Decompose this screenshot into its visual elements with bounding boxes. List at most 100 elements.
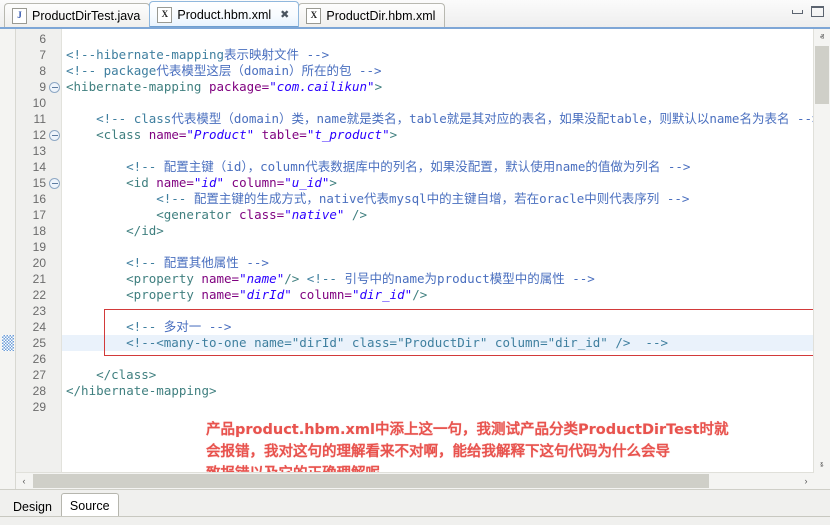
- code-line[interactable]: <hibernate-mapping package="com.cailikun…: [66, 79, 382, 95]
- eclipse-xml-editor-window: J ProductDirTest.java X Product.hbm.xml ✖ X Pr…: [0, 0, 830, 525]
- line-number: 12: [32, 128, 46, 142]
- scroll-left-icon[interactable]: ‹: [16, 473, 32, 489]
- code-line[interactable]: </id>: [126, 223, 164, 239]
- minimize-icon[interactable]: [791, 6, 804, 17]
- code-line[interactable]: <!-- 配置主键的生成方式，native代表mysql中的主键自增，若在ora…: [156, 191, 689, 207]
- scroll-down-icon[interactable]: ⱛ: [814, 457, 830, 473]
- mode-tab-design[interactable]: Design: [4, 495, 61, 517]
- horizontal-scroll-thumb[interactable]: [33, 474, 709, 488]
- mode-tab-source[interactable]: Source: [60, 493, 119, 517]
- editor-tab-productdir-hbm-xml[interactable]: X ProductDir.hbm.xml: [298, 3, 446, 27]
- code-token: </hibernate-mapping>: [66, 383, 217, 398]
- code-token: 代表模型这层（domain）所在的包 -->: [156, 63, 382, 78]
- code-token: name=: [156, 175, 194, 190]
- code-token: <!-- class: [96, 111, 172, 126]
- source-editor: 6 7 8 9 10 11 12 13 14 15 16 17 18 19 20 21 22 23 24 25 26 27…: [0, 27, 830, 489]
- xml-file-icon: X: [157, 6, 173, 23]
- code-line[interactable]: <property name="name"/> <!-- 引号中的name为pr…: [126, 271, 595, 287]
- line-number: 8: [39, 64, 46, 78]
- close-icon[interactable]: ✖: [280, 9, 289, 20]
- code-token: 引号中的name为product模型中的属性 -->: [344, 271, 595, 286]
- annotation-text-line: 会报错，我对这句的理解看来不对啊，能给我解释下这句代码为什么会导: [206, 444, 670, 460]
- editor-tab-product-hbm-xml[interactable]: X Product.hbm.xml ✖: [149, 1, 300, 27]
- code-line[interactable]: <!-- class代表模型（domain）类，name就是类名，table就是…: [96, 111, 814, 127]
- code-token: "id": [193, 175, 225, 190]
- line-number-gutter: 6 7 8 9 10 11 12 13 14 15 16 17 18 19 20 21 22 23 24 25 26 27…: [16, 29, 62, 489]
- line-number: 17: [32, 208, 46, 222]
- editor-mode-tabs: Design Source: [4, 493, 119, 517]
- code-line[interactable]: <!-- 多对一 -->: [126, 319, 231, 335]
- code-line[interactable]: <!-- package代表模型这层（domain）所在的包 -->: [66, 63, 382, 79]
- editor-tab-productdirtest-java[interactable]: J ProductDirTest.java: [4, 3, 151, 27]
- line-number: 21: [32, 272, 46, 286]
- line-number: 14: [32, 160, 46, 174]
- vertical-scrollbar[interactable]: ⱏ ⱛ: [813, 29, 830, 473]
- code-fold-toggle-icon[interactable]: [49, 81, 60, 93]
- code-token: <!--: [126, 159, 164, 174]
- line-number: 15: [32, 176, 46, 190]
- current-line-marker: [2, 335, 14, 351]
- code-token: column=: [224, 175, 285, 190]
- annotation-text-line: 产品product.hbm.xml中添上这一句，我测试产品分类ProductDi…: [206, 422, 729, 438]
- code-token: <!--: [126, 255, 164, 270]
- line-number: 25: [32, 336, 46, 350]
- code-token: >: [389, 127, 398, 142]
- code-token: package=: [209, 79, 270, 94]
- code-line[interactable]: <id name="id" column="u_id">: [126, 175, 337, 191]
- code-token: column=: [291, 287, 352, 302]
- code-line[interactable]: <class name="Product" table="t_product">: [96, 127, 397, 143]
- scroll-right-icon[interactable]: ›: [798, 473, 814, 489]
- code-token: "u_id": [284, 175, 330, 190]
- tab-label: Product.hbm.xml: [177, 7, 272, 22]
- xml-file-icon: X: [306, 7, 322, 24]
- code-line[interactable]: <property name="dirId" column="dir_id"/>: [126, 287, 427, 303]
- line-number: 24: [32, 320, 46, 334]
- line-number: 29: [32, 400, 46, 414]
- code-token: "dirId": [239, 287, 292, 302]
- horizontal-scrollbar[interactable]: ‹ ›: [16, 472, 814, 489]
- code-token: table=: [254, 127, 307, 142]
- code-token: 配置主键的生成方式，native代表mysql中的主键自增，若在oracle中则…: [193, 191, 690, 206]
- code-token: name=: [201, 271, 240, 286]
- vertical-scroll-thumb[interactable]: [815, 46, 829, 104]
- code-line[interactable]: <!-- 配置主键（id），column代表数据库中的列名，如果没配置，默认使用…: [126, 159, 690, 175]
- editor-tab-bar: J ProductDirTest.java X Product.hbm.xml ✖ X Pr…: [0, 0, 830, 27]
- window-controls: [791, 6, 824, 17]
- code-token: >: [374, 79, 383, 94]
- annotation-ruler[interactable]: [0, 29, 16, 489]
- code-line[interactable]: <!--hibernate-mapping表示映射文件 -->: [66, 47, 329, 63]
- code-token: "com.cailikun": [269, 79, 375, 94]
- maximize-icon[interactable]: [811, 6, 824, 17]
- code-token: "t_product": [306, 127, 390, 142]
- editor-mode-bar: Design Source: [0, 489, 830, 525]
- code-token: "native": [284, 207, 345, 222]
- code-fold-toggle-icon[interactable]: [49, 177, 60, 189]
- tab-label: ProductDir.hbm.xml: [326, 8, 436, 23]
- code-line[interactable]: <!--<many-to-one name="dirId" class="Pro…: [126, 335, 668, 351]
- code-token: <!--<many-to-one name="dirId" class="Pro…: [126, 335, 669, 350]
- code-token: <class: [96, 127, 149, 142]
- code-line[interactable]: <generator class="native" />: [156, 207, 367, 223]
- code-token: <hibernate-mapping: [66, 79, 209, 94]
- code-token: "Product": [186, 127, 255, 142]
- scrollbar-corner: [814, 473, 830, 489]
- code-area[interactable]: <!--hibernate-mapping表示映射文件 --> <!-- pack…: [62, 29, 814, 473]
- tab-label: ProductDirTest.java: [32, 8, 141, 23]
- code-line[interactable]: </hibernate-mapping>: [66, 383, 217, 399]
- code-line[interactable]: <!-- 配置其他属性 -->: [126, 255, 269, 271]
- line-number: 7: [39, 48, 46, 62]
- line-number: 22: [32, 288, 46, 302]
- code-fold-toggle-icon[interactable]: [49, 129, 60, 141]
- code-token: />: [412, 287, 428, 302]
- code-token: "dir_id": [351, 287, 413, 302]
- code-token: <id: [126, 175, 157, 190]
- code-token: <property: [126, 287, 202, 302]
- line-number: 6: [39, 32, 46, 46]
- code-line[interactable]: </class>: [96, 367, 156, 383]
- code-token: <!--: [156, 191, 194, 206]
- code-token: name=: [201, 287, 240, 302]
- code-token: 多对一 -->: [163, 319, 232, 334]
- code-token: />: [284, 271, 307, 286]
- scroll-up-icon[interactable]: ⱏ: [814, 29, 830, 45]
- code-token: </id>: [126, 223, 164, 238]
